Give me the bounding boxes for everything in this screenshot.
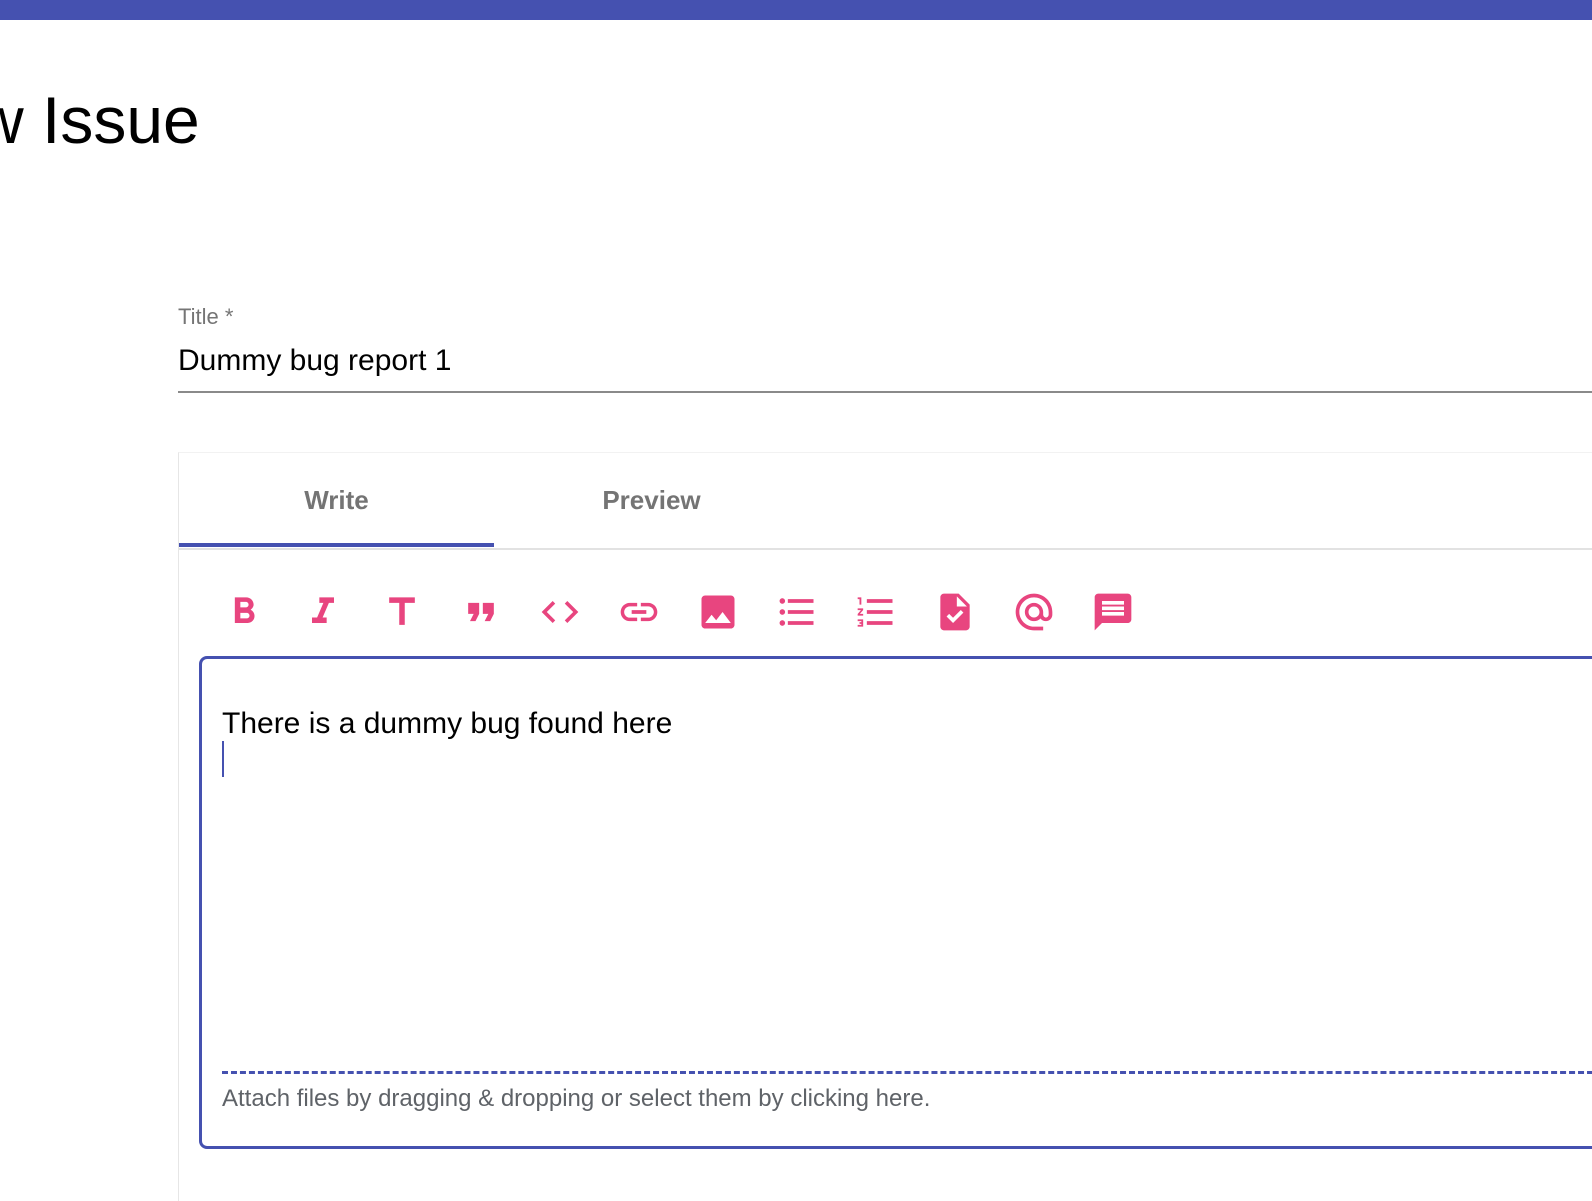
image-button[interactable] <box>693 587 743 637</box>
bold-icon <box>234 597 255 623</box>
italic-icon <box>312 597 334 623</box>
mention-icon <box>1015 593 1053 631</box>
numbered-list-button[interactable] <box>851 587 901 637</box>
top-app-bar <box>0 0 1592 20</box>
task-list-icon <box>940 593 970 631</box>
italic-button[interactable] <box>298 587 348 637</box>
saved-reply-button[interactable] <box>1088 587 1138 637</box>
formatting-toolbar <box>219 587 1167 637</box>
quote-button[interactable] <box>456 587 506 637</box>
description-text: There is a dummy bug found here <box>222 707 673 740</box>
quote-icon <box>468 602 494 622</box>
task-list-button[interactable] <box>930 587 980 637</box>
numbered-list-icon <box>857 597 893 627</box>
markdown-editor: Write Preview There is a dummy bug found… <box>178 452 1592 1201</box>
link-button[interactable] <box>614 587 664 637</box>
attach-files-link[interactable]: Attach files by dragging & dropping or s… <box>222 1085 930 1113</box>
code-button[interactable] <box>535 587 585 637</box>
title-underline <box>178 391 1592 393</box>
mention-button[interactable] <box>1009 587 1059 637</box>
text-cursor <box>222 741 224 777</box>
editor-tabs: Write Preview <box>179 453 1592 550</box>
heading-button[interactable] <box>377 587 427 637</box>
code-icon <box>541 601 579 623</box>
saved-reply-icon <box>1094 593 1132 631</box>
bulleted-list-button[interactable] <box>772 587 822 637</box>
bold-button[interactable] <box>219 587 269 637</box>
heading-icon <box>389 597 415 625</box>
active-tab-indicator <box>179 543 494 547</box>
description-textarea[interactable]: There is a dummy bug found here Attach f… <box>199 656 1592 1149</box>
link-icon <box>620 602 658 622</box>
title-input[interactable] <box>178 340 1592 382</box>
page-title: w Issue <box>0 83 200 157</box>
bulleted-list-icon <box>779 598 814 626</box>
tab-preview[interactable]: Preview <box>494 453 809 548</box>
tab-write[interactable]: Write <box>179 453 494 548</box>
title-field[interactable]: Title * <box>178 300 1592 393</box>
image-icon <box>701 595 735 629</box>
attach-divider <box>222 1071 1592 1074</box>
title-label: Title * <box>178 304 234 329</box>
